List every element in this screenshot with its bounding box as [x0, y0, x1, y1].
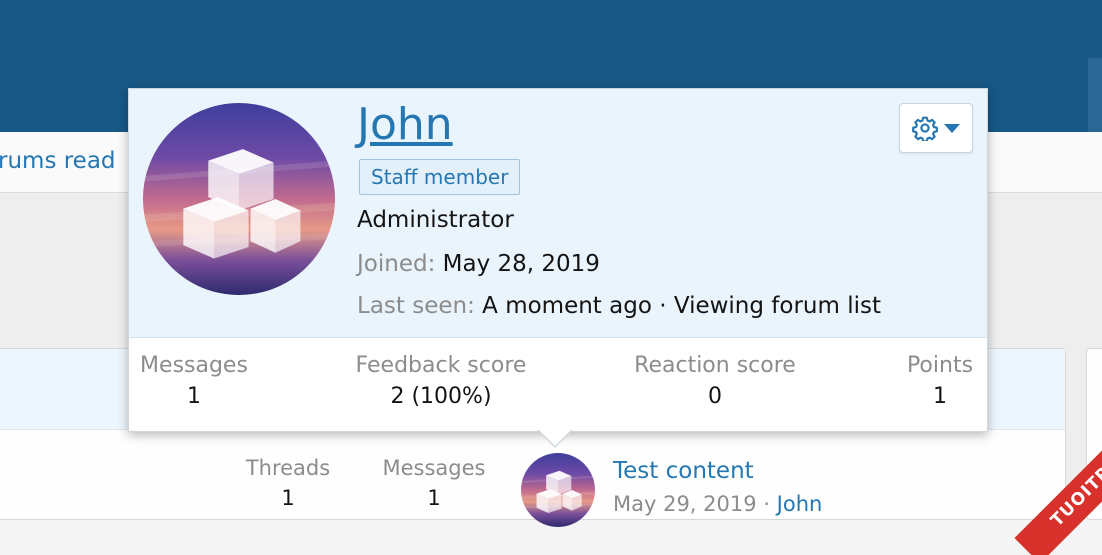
watermark-ribbon: TUOITREIT.VN: [985, 395, 1102, 555]
node-stat-label: Threads: [245, 456, 331, 480]
latest-thread-link[interactable]: Test content: [613, 458, 754, 484]
last-seen-label: Last seen:: [357, 293, 475, 319]
tooltip-arrow: [537, 429, 573, 448]
avatar-cubes-icon: [521, 453, 595, 527]
tooltip-stat-feedback-score: Feedback score 2 (100%): [341, 353, 541, 409]
tooltip-stat-label: Points: [906, 353, 974, 378]
member-actions-menu-button[interactable]: [899, 103, 973, 153]
tooltip-stat-value: 0: [708, 384, 722, 409]
tooltip-stat-label: Reaction score: [634, 353, 796, 378]
joined-label: Joined:: [357, 251, 436, 277]
staff-member-badge: Staff member: [359, 159, 521, 195]
node-stat-messages: Messages 1: [376, 456, 492, 510]
tooltip-stat-points: Points 1: [895, 353, 985, 409]
joined-value: May 28, 2019: [442, 251, 600, 277]
tooltip-stat-label: Messages: [140, 353, 248, 378]
node-stat-value: 1: [427, 486, 441, 510]
member-last-seen-row: Last seen: A moment ago · Viewing forum …: [357, 293, 881, 319]
node-stat-threads: Threads 1: [238, 456, 338, 510]
header-scroll-rail: [1088, 58, 1102, 132]
tooltip-stat-reaction-score: Reaction score 0: [625, 353, 805, 409]
meta-separator: ·: [763, 492, 770, 516]
mark-forums-read-link[interactable]: rums read: [0, 148, 116, 174]
tooltip-stat-value: 1: [187, 384, 201, 409]
member-avatar[interactable]: [143, 103, 335, 295]
watermark-text: TUOITREIT.VN: [1014, 395, 1102, 555]
avatar-cubes-icon: [143, 103, 335, 295]
tooltip-stat-value: 1: [933, 384, 947, 409]
member-tooltip: John Staff member Administrator Joined: …: [128, 88, 988, 448]
node-stat-label: Messages: [382, 456, 486, 480]
latest-post-date: May 29, 2019: [613, 492, 757, 516]
chevron-down-icon: [944, 124, 960, 133]
member-joined-row: Joined: May 28, 2019: [357, 251, 600, 277]
latest-post-meta: May 29, 2019 · John: [613, 492, 822, 516]
tooltip-stat-messages: Messages 1: [129, 353, 259, 409]
tooltip-stat-label: Feedback score: [355, 353, 527, 378]
latest-post-avatar[interactable]: [521, 453, 595, 527]
gear-icon: [912, 116, 938, 141]
last-seen-value: A moment ago · Viewing forum list: [482, 293, 881, 319]
latest-post-author-link[interactable]: John: [777, 492, 823, 516]
tooltip-stat-value: 2 (100%): [390, 384, 492, 409]
node-stat-value: 1: [281, 486, 295, 510]
member-user-title: Administrator: [357, 207, 514, 233]
member-username-link[interactable]: John: [357, 99, 453, 150]
